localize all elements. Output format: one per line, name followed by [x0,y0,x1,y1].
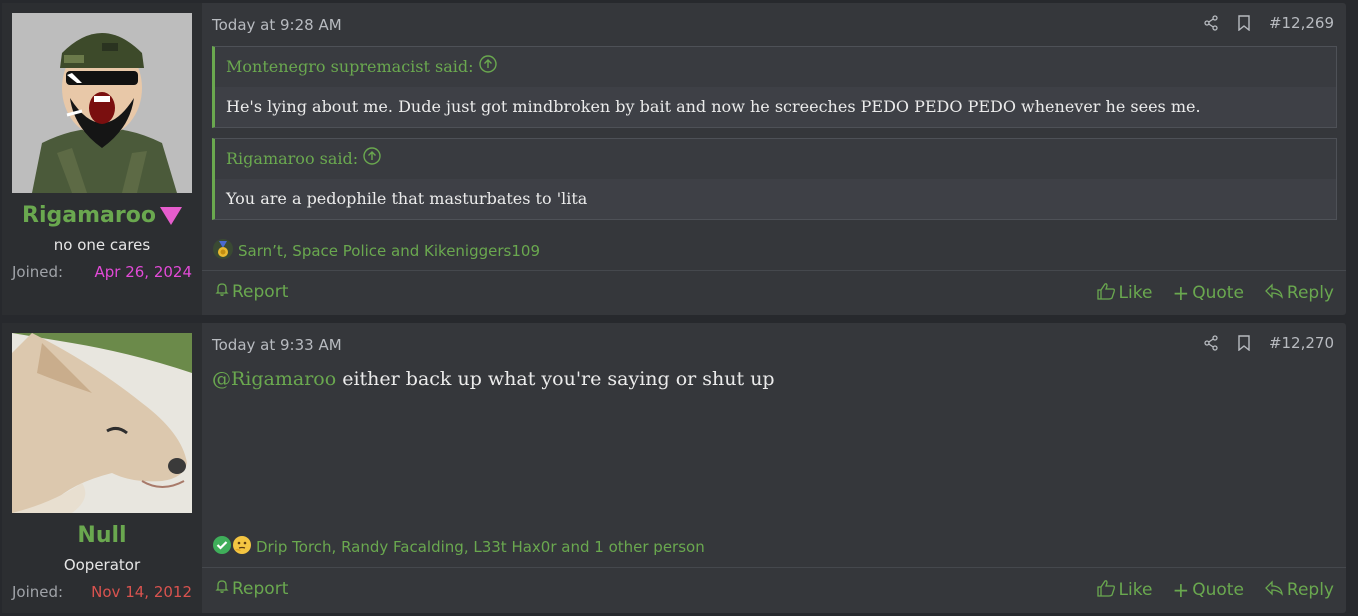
post-number[interactable]: #12,269 [1269,14,1334,32]
post-12269: Rigamaroo no one cares Joined: Apr 26, 2… [2,3,1346,315]
share-icon[interactable] [1203,335,1219,351]
message-body: @Rigamaroo either back up what you're sa… [212,368,775,390]
quote-text: You are a pedophile that masturbates to … [215,179,1336,219]
joined-label: Joined: [12,263,64,281]
reactions-bar[interactable]: Sarn’t, Space Police and Kikeniggers109 [212,238,540,264]
plus-icon: + [1172,578,1190,602]
reply-button[interactable]: Reply [1264,281,1334,305]
reactions-list[interactable]: Sarn’t, Space Police and Kikeniggers109 [238,242,540,260]
reply-icon [1264,282,1284,304]
quote-text: He's lying about me. Dude just got mindb… [215,87,1336,127]
post-footer-actions: Like + Quote Reply [1096,281,1334,305]
post-footer-actions: Like + Quote Reply [1096,578,1334,602]
reply-label[interactable]: Reply [1287,580,1334,600]
quote-label[interactable]: Quote [1192,580,1244,600]
username[interactable]: Rigamaroo [2,203,202,228]
quote-block: Montenegro supremacist said: He's lying … [212,46,1337,128]
arrow-up-circle-icon[interactable] [478,48,497,88]
avatar[interactable] [12,333,192,513]
quote-author[interactable]: Montenegro supremacist said: [215,47,1336,87]
post-number[interactable]: #12,270 [1269,334,1334,352]
like-button[interactable]: Like [1096,578,1153,602]
bell-icon [214,578,230,599]
user-title: Ooperator [63,556,141,574]
medal-reaction-icon [212,238,234,264]
reply-icon [1264,579,1284,601]
quote-label[interactable]: Quote [1192,283,1244,303]
share-icon[interactable] [1203,15,1219,31]
reactions-bar[interactable]: Drip Torch, Randy Facalding, L33t Hax0r … [212,535,705,559]
plus-icon: + [1172,281,1190,305]
message-text: either back up what you're saying or shu… [336,368,775,390]
user-info: Rigamaroo no one cares Joined: Apr 26, 2… [2,3,202,315]
quote-author-text[interactable]: Montenegro supremacist said: [226,57,474,76]
heart-badge-icon [159,207,182,225]
report-label[interactable]: Report [232,282,288,302]
username-text[interactable]: Rigamaroo [22,203,156,228]
quote-button[interactable]: + Quote [1172,281,1243,305]
post-footer: Report Like + Quote Reply [202,270,1346,316]
check-reaction-icon [212,535,232,559]
reactions-list[interactable]: Drip Torch, Randy Facalding, L33t Hax0r … [256,538,705,556]
avatar[interactable] [12,13,192,193]
bookmark-icon[interactable] [1237,335,1251,351]
bell-icon [214,281,230,302]
reply-label[interactable]: Reply [1287,283,1334,303]
joined-date: Nov 14, 2012 [91,583,192,601]
post-time[interactable]: Today at 9:28 AM [212,16,342,34]
quote-author-text[interactable]: Rigamaroo said: [226,149,358,168]
arrow-up-circle-icon[interactable] [363,140,381,180]
post-footer: Report Like + Quote Reply [202,567,1346,613]
username[interactable]: Null [2,523,202,548]
post-actions-top: #12,270 [1203,334,1334,352]
like-label[interactable]: Like [1119,283,1153,303]
thumbs-up-icon [1096,282,1116,305]
report-label[interactable]: Report [232,579,288,599]
bookmark-icon[interactable] [1237,15,1251,31]
quote-button[interactable]: + Quote [1172,578,1243,602]
quote-block: Rigamaroo said: You are a pedophile that… [212,138,1337,220]
joined-label: Joined: [12,583,64,601]
report-button[interactable]: Report [214,578,288,599]
reply-button[interactable]: Reply [1264,578,1334,602]
like-label[interactable]: Like [1119,580,1153,600]
like-button[interactable]: Like [1096,281,1153,305]
report-button[interactable]: Report [214,281,288,302]
thumbs-up-icon [1096,579,1116,602]
post-time[interactable]: Today at 9:33 AM [212,336,342,354]
joined-date: Apr 26, 2024 [94,263,192,281]
post-actions-top: #12,269 [1203,14,1334,32]
thinking-face-reaction-icon [232,535,252,559]
post-12270: Null Ooperator Joined: Nov 14, 2012 Toda… [2,323,1346,613]
user-title: no one cares [53,236,151,254]
quote-author[interactable]: Rigamaroo said: [215,139,1336,179]
user-mention-link[interactable]: @Rigamaroo [212,368,336,390]
user-info: Null Ooperator Joined: Nov 14, 2012 [2,323,202,613]
